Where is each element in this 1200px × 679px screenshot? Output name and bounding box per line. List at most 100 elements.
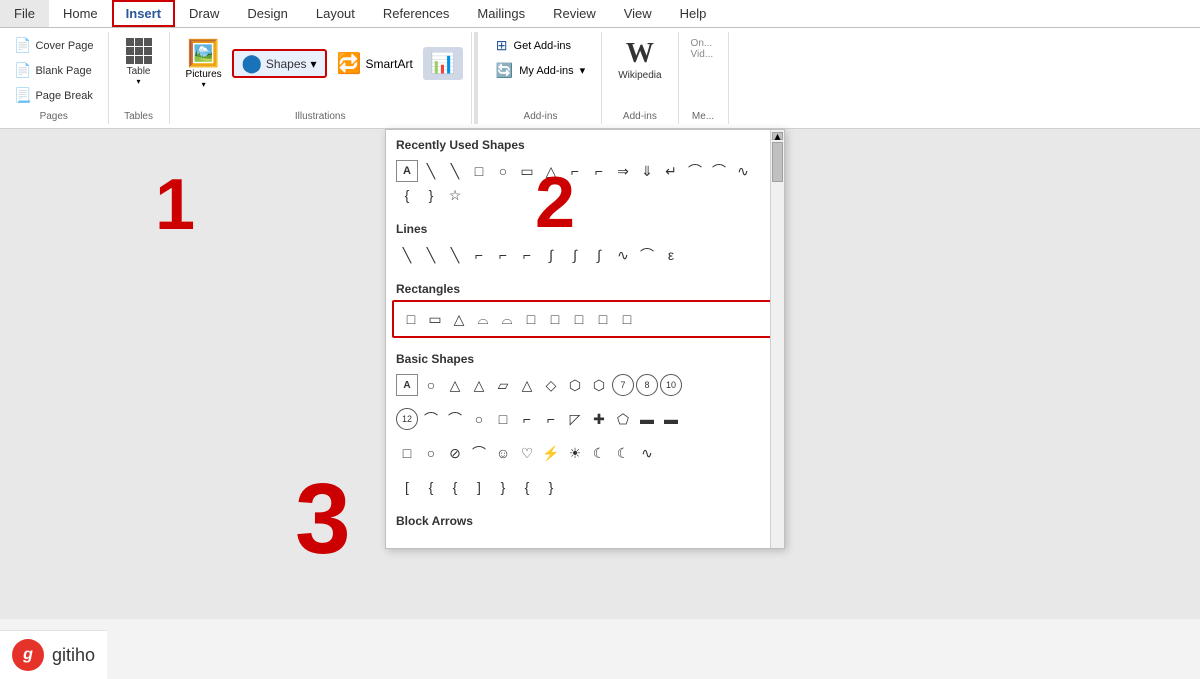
line-curved-arrow[interactable]: ∫ xyxy=(564,244,586,266)
tab-mailings[interactable]: Mailings xyxy=(463,0,539,27)
basic-crescent-1[interactable]: ☾ xyxy=(588,442,610,464)
shape-rect-1[interactable]: □ xyxy=(468,160,490,182)
basic-diamond[interactable]: ◇ xyxy=(540,374,562,396)
basic-oval[interactable]: ○ xyxy=(420,374,442,396)
shape-text-a[interactable]: A xyxy=(396,160,418,182)
line-elbow-double[interactable]: ⌐ xyxy=(516,244,538,266)
basic-pentagon[interactable]: ⬡ xyxy=(564,374,586,396)
line-curved-double[interactable]: ∫ xyxy=(588,244,610,266)
rect-round-snip[interactable]: ⌓ xyxy=(472,308,494,330)
basic-circle-2[interactable]: ○ xyxy=(468,408,490,430)
line-freeform[interactable]: ∿ xyxy=(612,244,634,266)
basic-circle-8[interactable]: 8 xyxy=(636,374,658,396)
basic-parallelogram[interactable]: ▱ xyxy=(492,374,514,396)
basic-cube[interactable]: ⌐ xyxy=(540,408,562,430)
wikipedia-button[interactable]: W Wikipedia xyxy=(610,34,669,85)
basic-bar-1[interactable]: ▬ xyxy=(636,408,658,430)
basic-brace-open-2[interactable]: { xyxy=(444,476,466,498)
basic-folded[interactable]: ◸ xyxy=(564,408,586,430)
shape-arrow-right[interactable]: ⇒ xyxy=(612,160,634,182)
tab-insert[interactable]: Insert xyxy=(112,0,175,27)
basic-no-entry[interactable]: ⊘ xyxy=(444,442,466,464)
shape-return[interactable]: ↵ xyxy=(660,160,682,182)
basic-donut[interactable]: ○ xyxy=(420,442,442,464)
line-curved[interactable]: ∫ xyxy=(540,244,562,266)
dropdown-scroll[interactable]: Recently Used Shapes A ╲ ╲ □ ○ ▭ △ ⌐ ⌐ ⇒… xyxy=(386,130,784,548)
shape-callout-2[interactable]: ⌒ xyxy=(708,160,730,182)
shape-angle-2[interactable]: ⌐ xyxy=(588,160,610,182)
shape-line-1[interactable]: ╲ xyxy=(420,160,442,182)
basic-hexagon[interactable]: ⬡ xyxy=(588,374,610,396)
tab-help[interactable]: Help xyxy=(666,0,721,27)
tab-references[interactable]: References xyxy=(369,0,463,27)
basic-bracket-pair[interactable]: { xyxy=(516,476,538,498)
line-scribble[interactable]: ⌒ xyxy=(636,244,658,266)
basic-trapezoid[interactable]: △ xyxy=(516,374,538,396)
basic-right-triangle[interactable]: △ xyxy=(468,374,490,396)
basic-circle-7[interactable]: 7 xyxy=(612,374,634,396)
tab-review[interactable]: Review xyxy=(539,0,610,27)
rect-snip-diag[interactable]: □ xyxy=(520,308,542,330)
rect-round-corner[interactable]: ▭ xyxy=(424,308,446,330)
shape-brace-open[interactable]: { xyxy=(396,184,418,206)
page-break-button[interactable]: 📃 Page Break xyxy=(8,84,100,107)
basic-pentagon-2[interactable]: ⬠ xyxy=(612,408,634,430)
shape-callout-1[interactable]: ⌒ xyxy=(684,160,706,182)
tab-home[interactable]: Home xyxy=(49,0,112,27)
blank-page-button[interactable]: 📄 Blank Page xyxy=(8,59,100,82)
smartart-button[interactable]: 🔁 SmartArt xyxy=(329,48,421,79)
scroll-thumb[interactable] xyxy=(772,142,783,182)
basic-half-circle[interactable]: ⌒ xyxy=(444,408,466,430)
table-button[interactable]: Table ▾ xyxy=(117,34,161,90)
shape-brace-close[interactable]: } xyxy=(420,184,442,206)
line-arrow[interactable]: ╲ xyxy=(420,244,442,266)
basic-circle-10[interactable]: 10 xyxy=(660,374,682,396)
basic-arc[interactable]: ⌒ xyxy=(420,408,442,430)
basic-triangle[interactable]: △ xyxy=(444,374,466,396)
rect-snip-diag-2[interactable]: □ xyxy=(544,308,566,330)
line-elbow[interactable]: ⌐ xyxy=(468,244,490,266)
tab-draw[interactable]: Draw xyxy=(175,0,233,27)
my-addins-button[interactable]: 🔄 My Add-ins ▾ xyxy=(488,59,593,82)
tab-view[interactable]: View xyxy=(610,0,666,27)
line-straight[interactable]: ╲ xyxy=(396,244,418,266)
rect-snip-corner[interactable]: △ xyxy=(448,308,470,330)
shape-star[interactable]: ☆ xyxy=(444,184,466,206)
basic-lightning[interactable]: ⚡ xyxy=(540,442,562,464)
basic-text-a[interactable]: A xyxy=(396,374,418,396)
basic-plaque[interactable]: □ xyxy=(492,408,514,430)
basic-bracket-close[interactable]: ] xyxy=(468,476,490,498)
shapes-button[interactable]: ⬤ Shapes ▾ xyxy=(232,49,327,78)
basic-brace-open[interactable]: { xyxy=(420,476,442,498)
dropdown-scrollbar[interactable]: ▴ xyxy=(770,130,784,548)
rect-plain[interactable]: □ xyxy=(400,308,422,330)
basic-crescent-2[interactable]: ☾ xyxy=(612,442,634,464)
basic-bar-2[interactable]: ▬ xyxy=(660,408,682,430)
shape-line-2[interactable]: ╲ xyxy=(444,160,466,182)
basic-can[interactable]: ⌐ xyxy=(516,408,538,430)
tab-layout[interactable]: Layout xyxy=(302,0,369,27)
line-scribble-2[interactable]: ε xyxy=(660,244,682,266)
line-elbow-arrow[interactable]: ⌐ xyxy=(492,244,514,266)
cover-page-button[interactable]: 📄 Cover Page xyxy=(8,34,100,57)
line-double-arrow[interactable]: ╲ xyxy=(444,244,466,266)
basic-bracket-open[interactable]: [ xyxy=(396,476,418,498)
basic-circle-12[interactable]: 12 xyxy=(396,408,418,430)
basic-brace-pair[interactable]: } xyxy=(540,476,562,498)
chart-button[interactable]: 📊 xyxy=(423,47,463,80)
tab-design[interactable]: Design xyxy=(233,0,301,27)
pictures-button[interactable]: 🖼️ Pictures ▾ xyxy=(178,34,230,93)
basic-sun[interactable]: ☀ xyxy=(564,442,586,464)
basic-wave[interactable]: ∿ xyxy=(636,442,658,464)
basic-heart[interactable]: ♡ xyxy=(516,442,538,464)
rect-snip-all[interactable]: □ xyxy=(592,308,614,330)
basic-plus[interactable]: ✚ xyxy=(588,408,610,430)
basic-wave-rect[interactable]: ⌒ xyxy=(468,442,490,464)
rect-plain-2[interactable]: □ xyxy=(616,308,638,330)
shape-wave[interactable]: ∿ xyxy=(732,160,754,182)
rect-round-all[interactable]: □ xyxy=(568,308,590,330)
rect-snip-round[interactable]: ⌓ xyxy=(496,308,518,330)
shape-oval-1[interactable]: ○ xyxy=(492,160,514,182)
basic-frame[interactable]: □ xyxy=(396,442,418,464)
basic-smiley[interactable]: ☺ xyxy=(492,442,514,464)
